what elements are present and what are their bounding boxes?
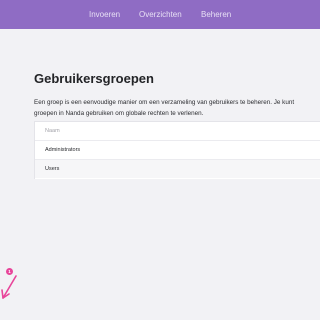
- groups-table: Naam Administrators Users: [34, 121, 320, 179]
- table-header: Naam: [35, 122, 320, 141]
- table-row-administrators[interactable]: Administrators: [35, 141, 320, 160]
- step-badge: 1: [6, 268, 13, 275]
- top-navigation-bar: Invoeren Overzichten Beheren: [0, 0, 320, 29]
- nav-invoeren[interactable]: Invoeren: [89, 10, 120, 19]
- page-description: Een groep is een eenvoudige manier om ee…: [34, 99, 295, 117]
- nav-beheren[interactable]: Beheren: [201, 10, 231, 19]
- nav-overzichten[interactable]: Overzichten: [139, 10, 182, 19]
- page-title: Gebruikersgroepen: [34, 71, 154, 86]
- group-name: Administrators: [45, 147, 81, 153]
- column-header-name: Naam: [45, 128, 60, 134]
- table-row-users[interactable]: Users: [35, 160, 320, 178]
- group-name: Users: [45, 166, 60, 172]
